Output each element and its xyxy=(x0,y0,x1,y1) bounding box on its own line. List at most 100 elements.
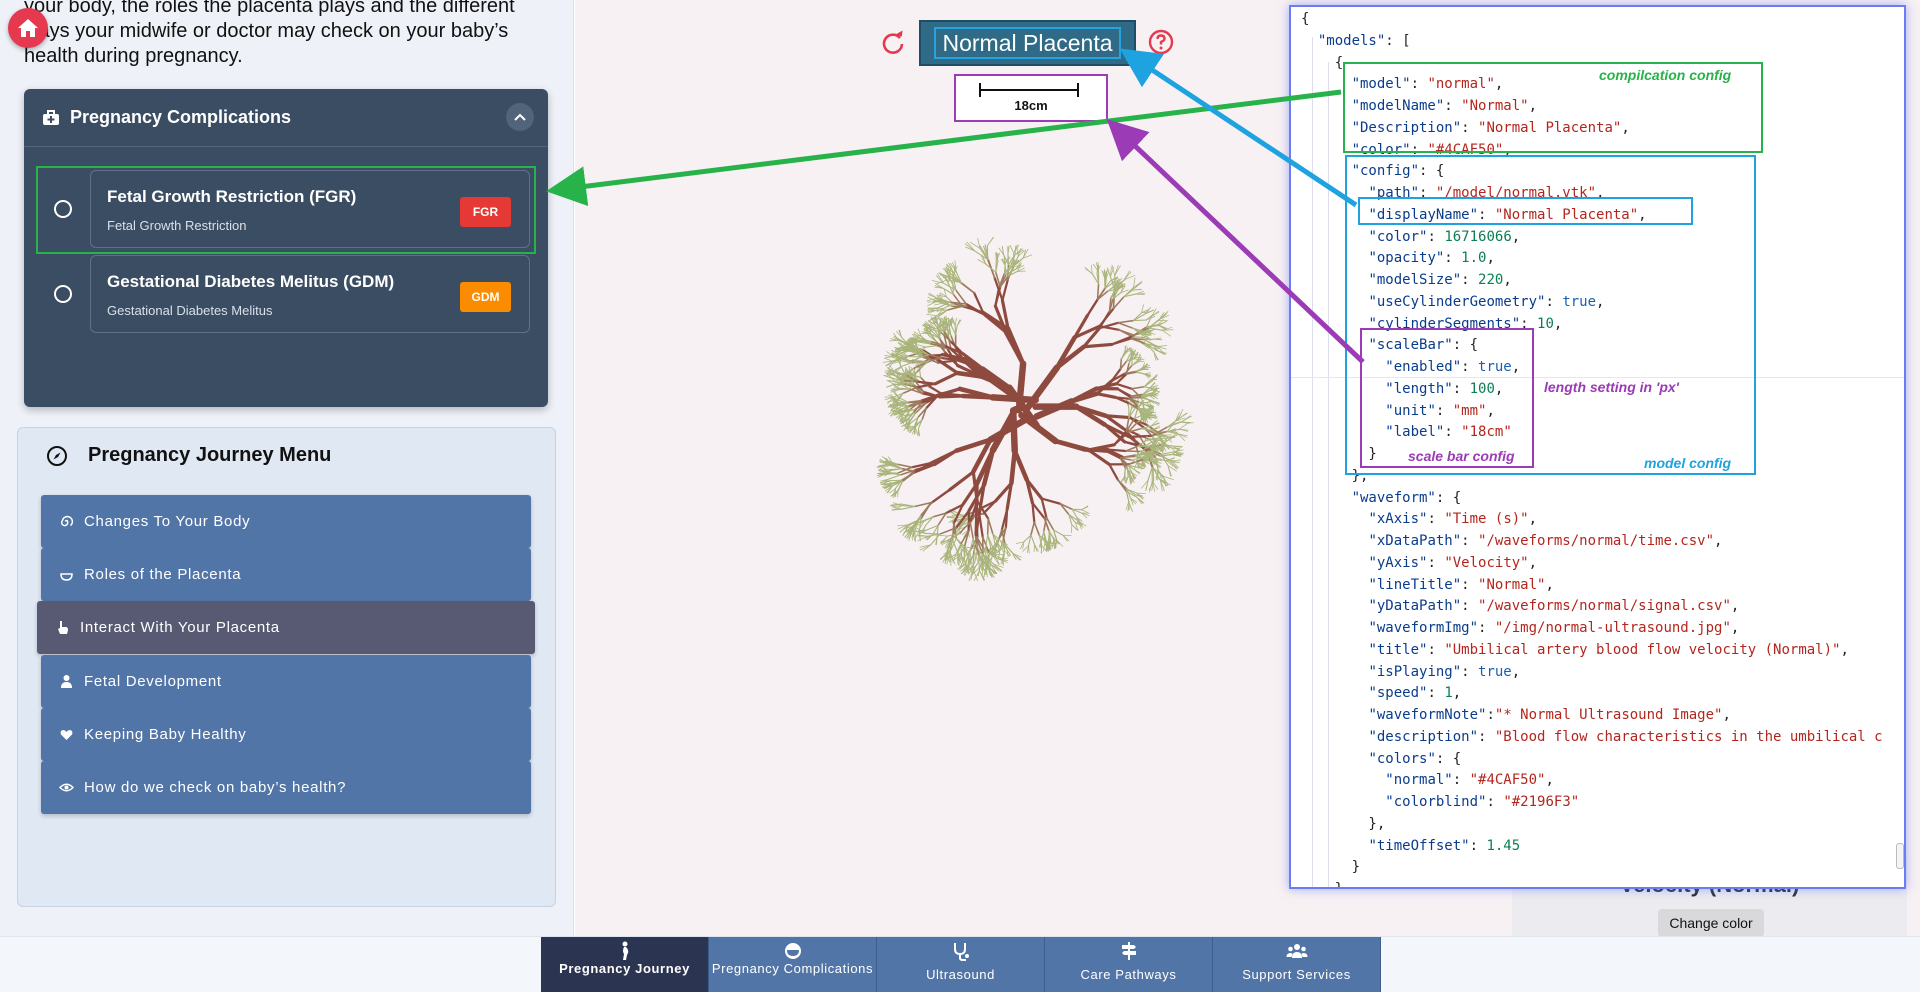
complications-header[interactable]: Pregnancy Complications xyxy=(24,89,548,147)
model-title-box: Normal Placenta xyxy=(919,20,1136,66)
nav-pregnancy-complications[interactable]: Pregnancy Complications xyxy=(709,937,877,992)
bowl-icon xyxy=(784,943,801,959)
placenta-vessel xyxy=(918,518,922,532)
placenta-vessel xyxy=(1117,321,1134,329)
journey-label: Keeping Baby Healthy xyxy=(84,726,247,743)
placenta-vessel xyxy=(1144,372,1151,375)
placenta-vessel xyxy=(1009,244,1015,254)
radio-gdm[interactable] xyxy=(54,285,72,303)
placenta-vessel xyxy=(1030,521,1036,536)
scale-label: 18cm xyxy=(1014,98,1048,113)
card-subtitle: Gestational Diabetes Melitus xyxy=(107,303,273,318)
placenta-vessel xyxy=(1003,329,1026,367)
placenta-vessel xyxy=(930,488,951,504)
gdm-badge: GDM xyxy=(460,282,511,312)
journey-item-changes[interactable]: Changes To Your Body xyxy=(41,495,531,548)
display-name-box xyxy=(1358,197,1693,225)
placenta-vessel xyxy=(1015,360,1027,414)
placenta-vessel xyxy=(1040,497,1062,505)
placenta-vessel xyxy=(954,317,957,326)
scale-bar-config-box xyxy=(1360,328,1534,468)
nav-label: Pregnancy Journey xyxy=(559,961,690,976)
placenta-vessel xyxy=(892,506,903,510)
pregnant-icon xyxy=(622,941,628,960)
complication-item-gdm[interactable]: Gestational Diabetes Melitus (GDM) Gesta… xyxy=(34,252,538,336)
scale-bar: 18cm xyxy=(954,74,1108,122)
journey-label: How do we check on baby’s health? xyxy=(84,779,347,796)
journey-label: Interact With Your Placenta xyxy=(80,619,280,636)
placenta-vessel xyxy=(1108,463,1120,482)
home-button[interactable] xyxy=(8,8,48,48)
card-gdm[interactable]: Gestational Diabetes Melitus (GDM) Gesta… xyxy=(90,255,530,333)
placenta-vessel xyxy=(1146,441,1153,446)
placenta-vessel xyxy=(1015,541,1025,544)
placenta-vessel xyxy=(934,302,943,306)
journey-title: Pregnancy Journey Menu xyxy=(88,444,332,466)
placenta-vessel xyxy=(1053,438,1088,452)
placenta-vessel xyxy=(1030,534,1036,545)
stethoscope-icon xyxy=(953,943,969,961)
collapse-button[interactable] xyxy=(506,103,534,131)
placenta-vessel xyxy=(995,260,997,273)
placenta-vessel xyxy=(925,532,941,535)
placenta-vessel xyxy=(1042,542,1046,552)
placenta-vessel xyxy=(1116,387,1133,398)
journey-item-check[interactable]: How do we check on baby’s health? xyxy=(41,761,531,814)
config-code-panel: { "models": [ { "model": "normal", "mode… xyxy=(1289,5,1906,889)
refresh-icon[interactable] xyxy=(880,30,906,56)
placenta-vessel xyxy=(960,282,975,294)
journey-label: Fetal Development xyxy=(84,673,222,690)
nav-support-services[interactable]: Support Services xyxy=(1213,937,1381,992)
intro-text: your body, the roles the placenta plays … xyxy=(24,0,515,67)
placenta-vessel xyxy=(1178,422,1188,430)
card-title: Gestational Diabetes Melitus (GDM) xyxy=(107,272,395,291)
placenta-vessel xyxy=(886,383,895,388)
placenta-vessel xyxy=(1158,325,1168,330)
first-aid-icon xyxy=(43,109,59,125)
nav-ultrasound[interactable]: Ultrasound xyxy=(877,937,1045,992)
placenta-vessel xyxy=(1161,329,1171,337)
journey-item-healthy[interactable]: Keeping Baby Healthy xyxy=(41,708,531,761)
nav-label: Support Services xyxy=(1242,967,1351,982)
placenta-vessel xyxy=(1082,342,1114,349)
placenta-model[interactable] xyxy=(808,218,1238,608)
spiral-icon xyxy=(60,515,74,527)
change-color-button[interactable]: Change color xyxy=(1658,909,1764,937)
placenta-vessel xyxy=(915,380,937,385)
journey-item-interact[interactable]: Interact With Your Placenta xyxy=(37,601,535,654)
placenta-vessel xyxy=(1147,466,1153,481)
placenta-vessel xyxy=(1145,325,1160,328)
placenta-vessel xyxy=(888,474,902,480)
nav-label: Care Pathways xyxy=(1080,967,1177,982)
placenta-vessel xyxy=(1009,448,1018,486)
journey-title-row: Pregnancy Journey Menu xyxy=(46,444,331,467)
nav-care-pathways[interactable]: Care Pathways xyxy=(1045,937,1213,992)
placenta-vessel xyxy=(1083,447,1109,453)
placenta-vessel xyxy=(1106,448,1127,453)
placenta-vessel xyxy=(1129,337,1146,341)
placenta-vessel xyxy=(1173,449,1184,453)
scrollbar[interactable] xyxy=(1896,843,1904,869)
placenta-vessel xyxy=(1170,459,1181,461)
placenta-vessel xyxy=(960,543,963,557)
placenta-vessel xyxy=(1133,280,1143,289)
left-panel: your body, the roles the placenta plays … xyxy=(0,0,574,936)
placenta-vessel xyxy=(927,385,943,395)
placenta-vessel xyxy=(1028,545,1030,554)
placenta-vessel xyxy=(1107,267,1111,278)
help-icon[interactable] xyxy=(1148,29,1174,55)
placenta-vessel xyxy=(937,534,948,537)
scale-bar-config-label: scale bar config xyxy=(1408,448,1515,464)
pregnancy-journey-panel: Pregnancy Journey Menu Changes To Your B… xyxy=(17,427,556,907)
placenta-vessel xyxy=(971,470,979,503)
users-icon xyxy=(1286,944,1307,958)
placenta-vessel xyxy=(1123,467,1126,476)
journey-item-roles[interactable]: Roles of the Placenta xyxy=(41,548,531,601)
placenta-vessel xyxy=(925,345,938,348)
nav-label: Pregnancy Complications xyxy=(711,961,874,976)
nav-pregnancy-journey[interactable]: Pregnancy Journey xyxy=(541,937,709,992)
journey-item-fetal[interactable]: Fetal Development xyxy=(41,655,531,708)
model-config-label: model config xyxy=(1644,455,1732,471)
placenta-vessel xyxy=(948,470,975,492)
placenta-vessel xyxy=(969,521,974,540)
